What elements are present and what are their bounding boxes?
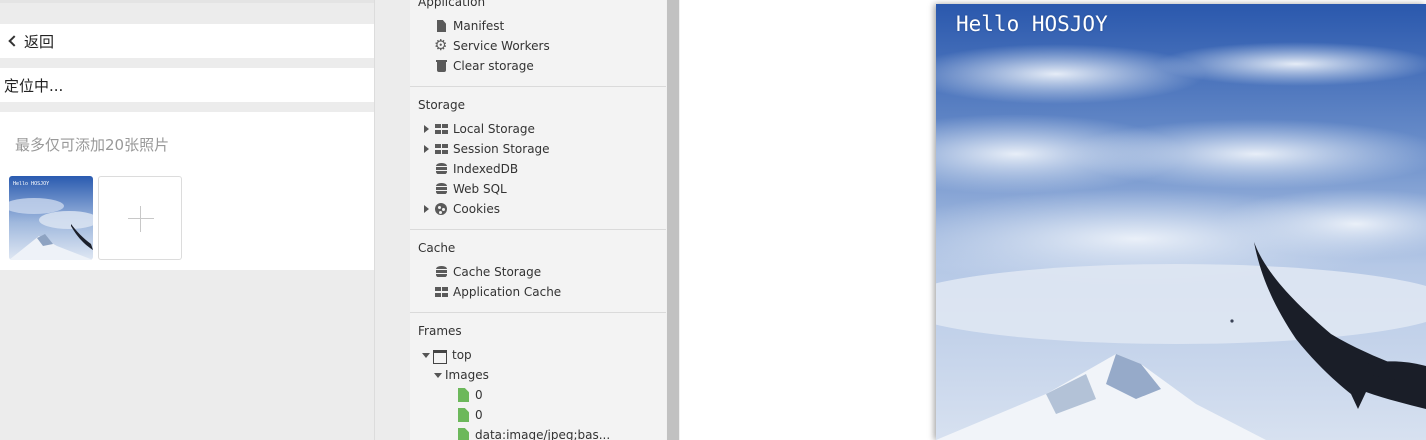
section-divider <box>410 229 666 230</box>
thumbnail-image: Hello HOSJOY <box>9 176 93 260</box>
section-title-cache: Cache <box>418 241 456 255</box>
photo-thumbnail[interactable]: Hello HOSJOY <box>9 176 93 260</box>
section-divider <box>410 312 666 313</box>
sidebar-item-cache-storage[interactable]: Cache Storage <box>434 262 541 282</box>
photo-upload-section: 最多仅可添加20张照片 Hello HOSJOY <box>0 112 374 270</box>
collapse-arrow-icon[interactable] <box>422 353 430 358</box>
grid-icon <box>434 142 448 156</box>
devtools-application-sidebar: Application Manifest Service Workers Cle… <box>410 0 666 440</box>
preview-caption: Hello HOSJOY <box>956 12 1108 36</box>
chevron-left-icon <box>8 35 20 47</box>
preview-image <box>936 4 1426 440</box>
frame-image-resource[interactable]: 0 <box>456 405 483 425</box>
expand-arrow-icon[interactable] <box>424 145 429 153</box>
section-title-frames: Frames <box>418 324 462 338</box>
location-text: 定位中... <box>4 76 64 95</box>
file-icon <box>434 19 448 33</box>
section-divider <box>410 86 666 87</box>
image-file-icon <box>456 428 470 440</box>
grid-icon <box>434 122 448 136</box>
sidebar-item-clear-storage[interactable]: Clear storage <box>434 56 534 76</box>
frame-image-resource[interactable]: data:image/jpeg;bas... <box>456 425 610 440</box>
preview-gutter <box>374 0 410 440</box>
sidebar-item-cookies[interactable]: Cookies <box>424 199 500 219</box>
cookie-icon <box>434 202 448 216</box>
location-row: 定位中... <box>0 68 374 102</box>
image-preview: Hello HOSJOY <box>936 4 1426 440</box>
devtools-scrollbar[interactable] <box>666 0 680 440</box>
scrollbar-thumb[interactable] <box>667 0 679 440</box>
frame-tree-images[interactable]: Images <box>434 365 489 385</box>
image-file-icon <box>456 408 470 422</box>
gear-icon <box>434 36 448 54</box>
collapse-arrow-icon[interactable] <box>434 373 442 378</box>
section-title-storage: Storage <box>418 98 465 112</box>
frame-tree-top[interactable]: top <box>422 345 472 365</box>
sidebar-item-application-cache[interactable]: Application Cache <box>434 282 561 302</box>
thumbnail-caption: Hello HOSJOY <box>13 181 49 187</box>
plus-icon <box>128 218 154 219</box>
photo-limit-hint: 最多仅可添加20张照片 <box>15 136 170 154</box>
expand-arrow-icon[interactable] <box>424 205 429 213</box>
database-icon <box>434 162 448 176</box>
sidebar-item-web-sql[interactable]: Web SQL <box>434 179 507 199</box>
section-title-application: Application <box>418 0 486 9</box>
back-nav[interactable]: 返回 <box>0 24 374 58</box>
frame-icon <box>433 348 447 364</box>
trash-icon <box>434 59 448 73</box>
expand-arrow-icon[interactable] <box>424 125 429 133</box>
frame-image-resource[interactable]: 0 <box>456 385 483 405</box>
database-icon <box>434 182 448 196</box>
back-label: 返回 <box>24 32 55 51</box>
image-file-icon <box>456 388 470 402</box>
add-photo-button[interactable] <box>98 176 182 260</box>
sidebar-item-service-workers[interactable]: Service Workers <box>434 36 550 56</box>
sidebar-item-indexeddb[interactable]: IndexedDB <box>434 159 518 179</box>
database-icon <box>434 265 448 279</box>
mobile-preview: 返回 定位中... 最多仅可添加20张照片 Hello HOSJOY <box>0 0 410 440</box>
sidebar-item-session-storage[interactable]: Session Storage <box>424 139 550 159</box>
sidebar-item-local-storage[interactable]: Local Storage <box>424 119 535 139</box>
sidebar-item-manifest[interactable]: Manifest <box>434 16 504 36</box>
grid-icon <box>434 285 448 299</box>
top-strip <box>0 0 374 3</box>
